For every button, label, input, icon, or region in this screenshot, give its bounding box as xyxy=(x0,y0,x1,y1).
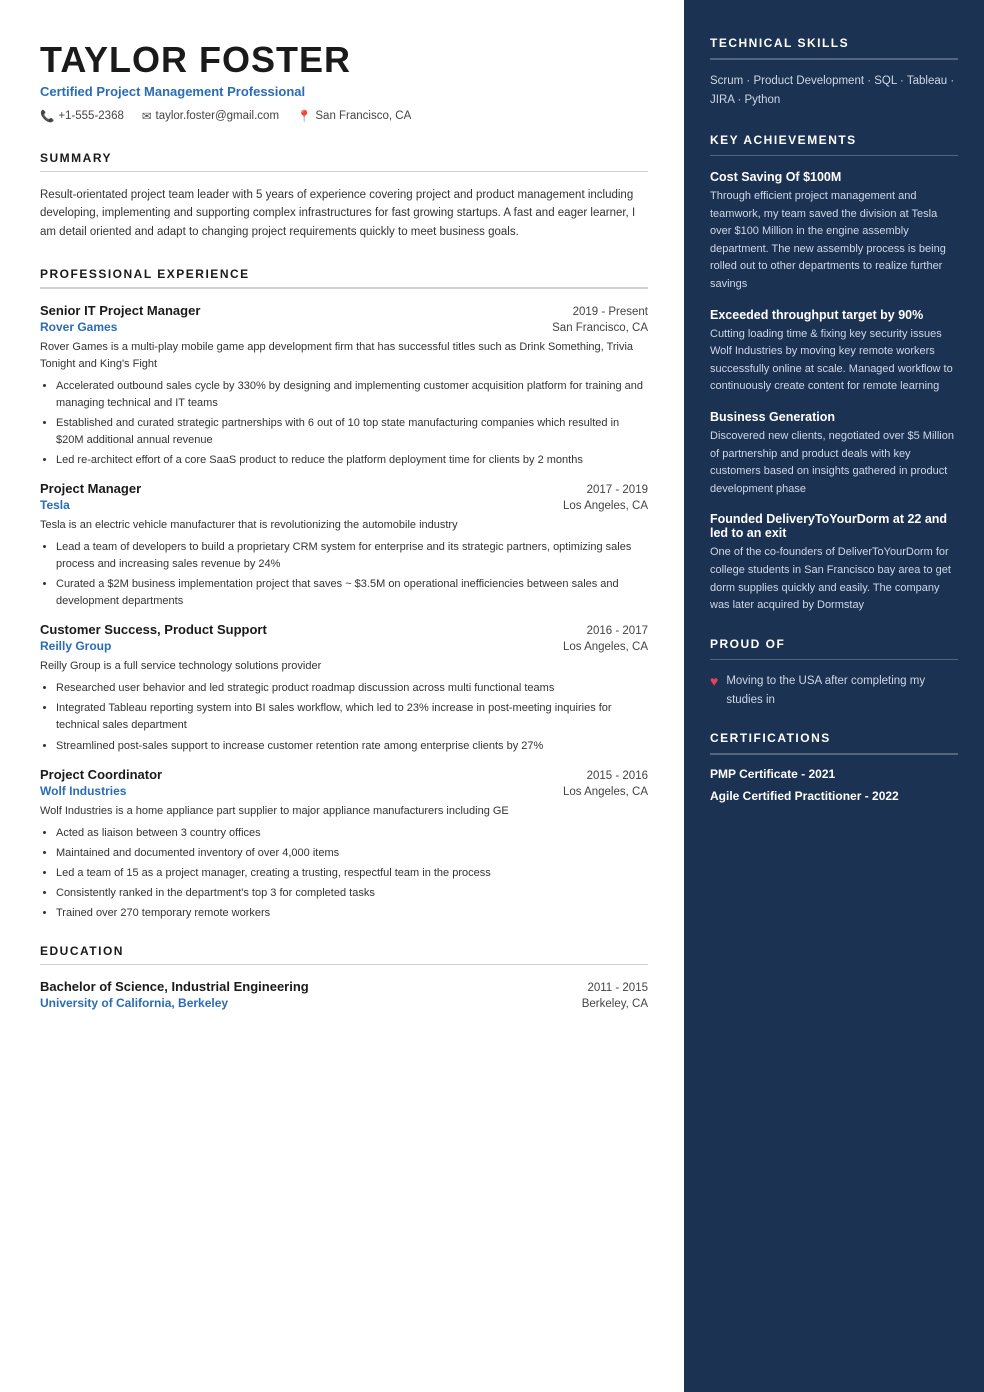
job-title-wolf: Project Coordinator xyxy=(40,767,162,782)
achievement-text-2: Cutting loading time & fixing key securi… xyxy=(710,326,958,396)
summary-text: Result-orientated project team leader wi… xyxy=(40,186,648,241)
bullet-item: Acted as liaison between 3 country offic… xyxy=(56,825,648,842)
job-entry-wolf: Project Coordinator 2015 - 2016 Wolf Ind… xyxy=(40,767,648,922)
edu-dates: 2011 - 2015 xyxy=(587,982,648,994)
job-desc-tesla: Tesla is an electric vehicle manufacture… xyxy=(40,517,648,534)
achievements-divider xyxy=(710,155,958,157)
job-dates-tesla: 2017 - 2019 xyxy=(587,484,648,496)
education-section-title: EDUCATION xyxy=(40,944,648,958)
bullet-item: Led a team of 15 as a project manager, c… xyxy=(56,865,648,882)
achievement-entry-3: Business Generation Discovered new clien… xyxy=(710,410,958,498)
company-reilly: Reilly Group xyxy=(40,639,111,653)
certifications-divider xyxy=(710,753,958,755)
heart-icon: ♥ xyxy=(710,672,718,692)
location-value: San Francisco, CA xyxy=(315,110,411,122)
location-tesla: Los Angeles, CA xyxy=(563,500,648,512)
bullet-item: Accelerated outbound sales cycle by 330%… xyxy=(56,378,648,412)
job-dates-reilly: 2016 - 2017 xyxy=(587,625,648,637)
summary-divider xyxy=(40,171,648,173)
bullet-item: Trained over 270 temporary remote worker… xyxy=(56,905,648,922)
bullet-item: Maintained and documented inventory of o… xyxy=(56,845,648,862)
bullet-item: Researched user behavior and led strateg… xyxy=(56,680,648,697)
cert-item-1: PMP Certificate - 2021 xyxy=(710,767,958,781)
achievement-text-4: One of the co-founders of DeliverToYourD… xyxy=(710,544,958,614)
education-entry: Bachelor of Science, Industrial Engineer… xyxy=(40,979,648,1010)
location-icon: 📍 xyxy=(297,109,311,123)
resume-wrapper: TAYLOR FOSTER Certified Project Manageme… xyxy=(0,0,984,1392)
certifications-section-title: CERTIFICATIONS xyxy=(710,731,958,745)
cert-item-2: Agile Certified Practitioner - 2022 xyxy=(710,789,958,803)
experience-divider xyxy=(40,287,648,289)
achievement-title-2: Exceeded throughput target by 90% xyxy=(710,308,958,322)
education-divider xyxy=(40,964,648,966)
job-entry-reilly: Customer Success, Product Support 2016 -… xyxy=(40,622,648,754)
phone-icon: 📞 xyxy=(40,109,54,123)
location-wolf: Los Angeles, CA xyxy=(563,786,648,798)
location-item: 📍 San Francisco, CA xyxy=(297,109,411,123)
job-desc-wolf: Wolf Industries is a home appliance part… xyxy=(40,803,648,820)
candidate-name: TAYLOR FOSTER xyxy=(40,40,648,80)
achievements-section-title: KEY ACHIEVEMENTS xyxy=(710,133,958,147)
bullets-rover: Accelerated outbound sales cycle by 330%… xyxy=(40,378,648,469)
achievement-entry-2: Exceeded throughput target by 90% Cuttin… xyxy=(710,308,958,396)
email-icon: ✉ xyxy=(142,109,152,123)
proud-item-1: ♥ Moving to the USA after completing my … xyxy=(710,672,958,709)
achievement-entry-1: Cost Saving Of $100M Through efficient p… xyxy=(710,170,958,294)
achievement-text-3: Discovered new clients, negotiated over … xyxy=(710,428,958,498)
location-reilly: Los Angeles, CA xyxy=(563,641,648,653)
phone-item: 📞 +1-555-2368 xyxy=(40,109,124,123)
bullets-reilly: Researched user behavior and led strateg… xyxy=(40,680,648,754)
job-entry-rover: Senior IT Project Manager 2019 - Present… xyxy=(40,303,648,469)
bullet-item: Consistently ranked in the department's … xyxy=(56,885,648,902)
candidate-title: Certified Project Management Professiona… xyxy=(40,84,648,99)
job-dates-rover: 2019 - Present xyxy=(573,306,648,318)
skills-section-title: TECHNICAL SKILLS xyxy=(710,36,958,50)
bullet-item: Lead a team of developers to build a pro… xyxy=(56,539,648,573)
achievement-title-4: Founded DeliveryToYourDorm at 22 and led… xyxy=(710,512,958,540)
job-desc-rover: Rover Games is a multi-play mobile game … xyxy=(40,339,648,373)
contact-row: 📞 +1-555-2368 ✉ taylor.foster@gmail.com … xyxy=(40,109,648,123)
summary-section-title: SUMMARY xyxy=(40,151,648,165)
email-value: taylor.foster@gmail.com xyxy=(156,110,280,122)
company-wolf: Wolf Industries xyxy=(40,784,126,798)
job-desc-reilly: Reilly Group is a full service technolog… xyxy=(40,658,648,675)
bullet-item: Curated a $2M business implementation pr… xyxy=(56,576,648,610)
proud-text-1: Moving to the USA after completing my st… xyxy=(726,672,958,709)
achievement-title-3: Business Generation xyxy=(710,410,958,424)
proud-section-title: PROUD OF xyxy=(710,637,958,651)
bullet-item: Led re-architect effort of a core SaaS p… xyxy=(56,452,648,469)
school-name: University of California, Berkeley xyxy=(40,996,228,1010)
bullet-item: Integrated Tableau reporting system into… xyxy=(56,700,648,734)
job-title-tesla: Project Manager xyxy=(40,481,141,496)
email-item: ✉ taylor.foster@gmail.com xyxy=(142,109,279,123)
proud-divider xyxy=(710,659,958,661)
skills-text: Scrum · Product Development · SQL · Tabl… xyxy=(710,72,958,111)
phone-value: +1-555-2368 xyxy=(58,110,124,122)
skills-divider xyxy=(710,58,958,60)
company-rover: Rover Games xyxy=(40,320,117,334)
edu-location: Berkeley, CA xyxy=(582,998,648,1010)
achievement-title-1: Cost Saving Of $100M xyxy=(710,170,958,184)
company-tesla: Tesla xyxy=(40,498,70,512)
job-entry-tesla: Project Manager 2017 - 2019 Tesla Los An… xyxy=(40,481,648,610)
bullet-item: Streamlined post-sales support to increa… xyxy=(56,738,648,755)
job-title-rover: Senior IT Project Manager xyxy=(40,303,200,318)
bullets-tesla: Lead a team of developers to build a pro… xyxy=(40,539,648,610)
location-rover: San Francisco, CA xyxy=(552,322,648,334)
achievement-text-1: Through efficient project management and… xyxy=(710,188,958,294)
degree-title: Bachelor of Science, Industrial Engineer… xyxy=(40,979,309,994)
left-column: TAYLOR FOSTER Certified Project Manageme… xyxy=(0,0,684,1392)
bullet-item: Established and curated strategic partne… xyxy=(56,415,648,449)
bullets-wolf: Acted as liaison between 3 country offic… xyxy=(40,825,648,922)
right-column: TECHNICAL SKILLS Scrum · Product Develop… xyxy=(684,0,984,1392)
job-title-reilly: Customer Success, Product Support xyxy=(40,622,267,637)
job-dates-wolf: 2015 - 2016 xyxy=(587,770,648,782)
achievement-entry-4: Founded DeliveryToYourDorm at 22 and led… xyxy=(710,512,958,614)
experience-section-title: PROFESSIONAL EXPERIENCE xyxy=(40,267,648,281)
